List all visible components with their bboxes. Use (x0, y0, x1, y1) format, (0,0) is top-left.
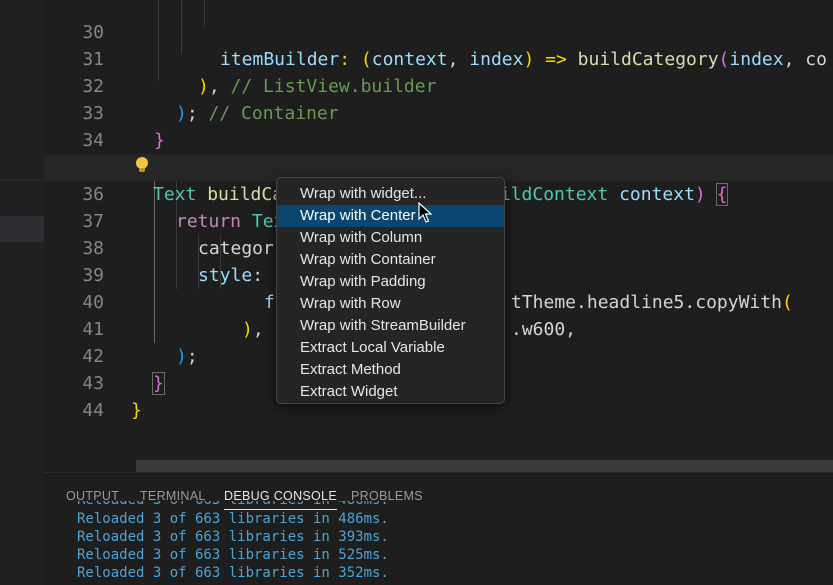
console-line: Reloaded 3 of 663 libraries in 352ms. (77, 565, 389, 581)
line-number: 44 (82, 400, 104, 421)
code-line: 34 (44, 100, 833, 151)
menu-item-wrap-container[interactable]: Wrap with Container (277, 249, 504, 271)
menu-item-extract-local-variable[interactable]: Extract Local Variable (277, 337, 504, 359)
mouse-pointer-icon (418, 202, 432, 223)
lightbulb-icon[interactable] (136, 157, 148, 172)
activity-sidebar (0, 0, 44, 585)
bottom-panel: OUTPUT TERMINAL DEBUG CONSOLE PROBLEMS R… (44, 472, 833, 585)
menu-item-wrap-column[interactable]: Wrap with Column (277, 227, 504, 249)
menu-item-extract-method[interactable]: Extract Method (277, 359, 504, 381)
console-line-partial: Reloaded 3 of 663 libraries in 486ms. (77, 501, 389, 509)
menu-item-extract-widget[interactable]: Extract Widget (277, 381, 504, 403)
horizontal-scrollbar[interactable] (136, 460, 833, 472)
console-line: Reloaded 3 of 663 libraries in 525ms. (77, 547, 389, 563)
menu-item-wrap-padding[interactable]: Wrap with Padding (277, 271, 504, 293)
code-line: 33 } (44, 73, 833, 151)
code-text: } (131, 400, 142, 421)
code-line: 30 itemBuilder: (context, index) => buil… (44, 0, 833, 70)
code-line: 31 ), // ListView.builder (44, 19, 833, 97)
menu-item-wrap-streambuilder[interactable]: Wrap with StreamBuilder (277, 315, 504, 337)
menu-item-wrap-center[interactable]: Wrap with Center (277, 205, 504, 227)
quick-fix-menu: Wrap with widget... Wrap with Center Wra… (276, 177, 505, 404)
console-line: Reloaded 3 of 663 libraries in 486ms. (77, 511, 389, 527)
code-line: 32 ); // Container (44, 46, 833, 124)
console-line: Reloaded 3 of 663 libraries in 393ms. (77, 529, 389, 545)
sidebar-selected-item[interactable] (0, 216, 44, 242)
sidebar-divider (0, 180, 44, 181)
menu-item-wrap-row[interactable]: Wrap with Row (277, 293, 504, 315)
code-line: 35 Text buildCategory(int index, BuildCo… (44, 127, 833, 206)
menu-item-wrap-widget[interactable]: Wrap with widget... (277, 183, 504, 205)
